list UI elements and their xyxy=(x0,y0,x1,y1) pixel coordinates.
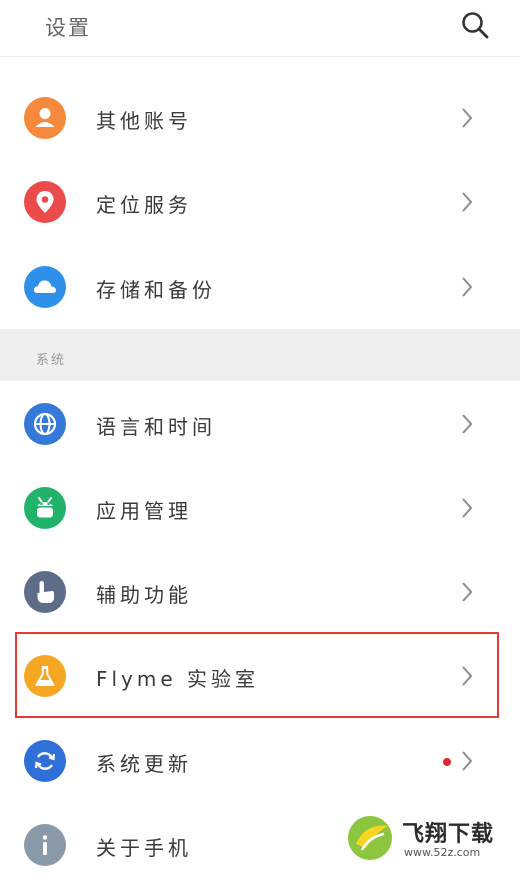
chevron-right-icon xyxy=(460,749,474,773)
search-icon[interactable] xyxy=(460,10,490,40)
section-header-system: 系统 xyxy=(0,329,520,381)
item-label: 存储和备份 xyxy=(96,278,216,302)
chevron-right-icon xyxy=(460,275,474,299)
chevron-right-icon xyxy=(460,580,474,604)
chevron-right-icon xyxy=(460,190,474,214)
globe-icon xyxy=(24,403,66,445)
item-label: 辅助功能 xyxy=(96,583,192,607)
highlight-box xyxy=(15,632,499,718)
chevron-right-icon xyxy=(460,496,474,520)
settings-item-app-management[interactable]: 应用管理 xyxy=(0,466,520,550)
settings-item-system-update[interactable]: 系统更新 xyxy=(0,719,520,803)
refresh-icon xyxy=(24,740,66,782)
item-label: 定位服务 xyxy=(96,193,192,217)
section-title: 系统 xyxy=(36,353,67,368)
chevron-right-icon xyxy=(460,412,474,436)
item-label: 其他账号 xyxy=(96,109,192,133)
watermark-logo-icon xyxy=(344,812,396,864)
watermark-brand: 飞翔下载 xyxy=(402,822,495,847)
item-label: 系统更新 xyxy=(96,752,192,776)
watermark: 飞翔下载 www.52z.com xyxy=(340,812,515,868)
hand-pointer-icon xyxy=(24,571,66,613)
top-bar: 设置 xyxy=(0,0,520,57)
info-icon xyxy=(24,824,66,866)
person-icon xyxy=(24,97,66,139)
settings-item-accessibility[interactable]: 辅助功能 xyxy=(0,550,520,634)
location-pin-icon xyxy=(24,181,66,223)
watermark-url: www.52z.com xyxy=(404,846,481,859)
notification-dot xyxy=(443,758,451,766)
android-icon xyxy=(24,487,66,529)
page-title: 设置 xyxy=(45,16,91,40)
chevron-right-icon xyxy=(460,106,474,130)
item-label: 语言和时间 xyxy=(96,415,216,439)
item-label: 应用管理 xyxy=(96,499,192,523)
settings-item-language-time[interactable]: 语言和时间 xyxy=(0,382,520,466)
settings-item-storage-backup[interactable]: 存储和备份 xyxy=(0,245,520,329)
item-label: 关于手机 xyxy=(96,836,192,860)
settings-item-location[interactable]: 定位服务 xyxy=(0,160,520,244)
settings-item-other-accounts[interactable]: 其他账号 xyxy=(0,76,520,160)
cloud-icon xyxy=(24,266,66,308)
